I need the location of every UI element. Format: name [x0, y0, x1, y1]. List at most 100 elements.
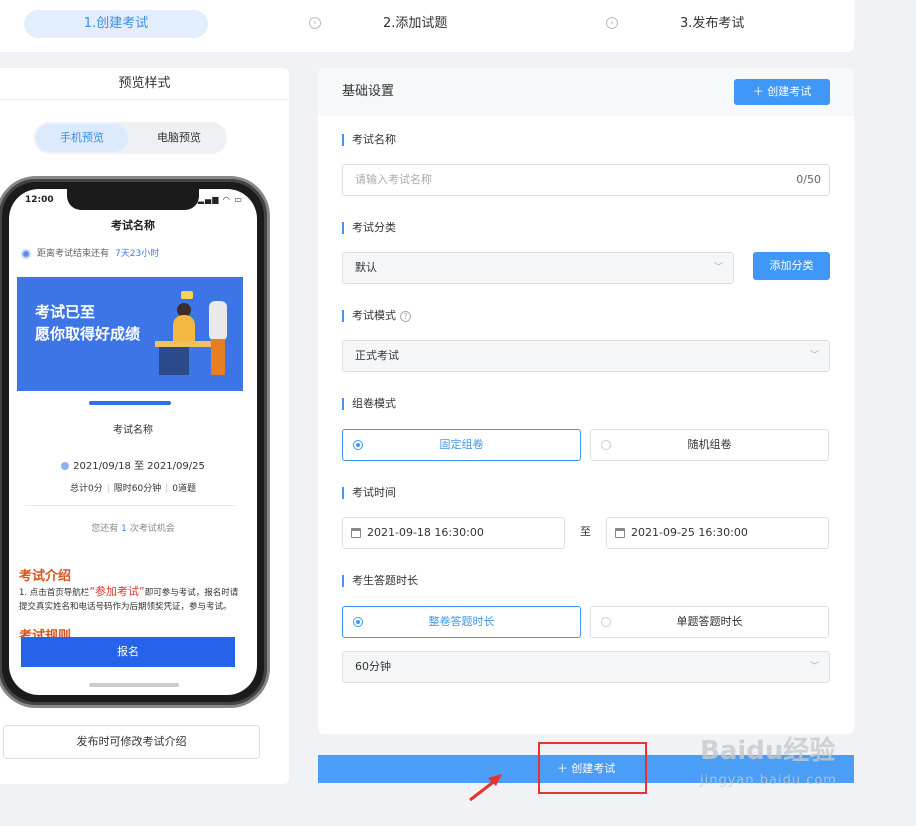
intro-text-highlight: “参加考试”: [89, 585, 145, 598]
add-category-button[interactable]: 添加分类: [753, 252, 830, 280]
exam-name-placeholder: 请输入考试名称: [355, 173, 432, 186]
phone-notch: [67, 189, 199, 210]
start-time-picker[interactable]: 2021-09-18 16:30:00: [342, 517, 565, 549]
end-time-picker[interactable]: 2021-09-25 16:30:00: [606, 517, 829, 549]
baidu-jingyan-watermark: Baidu经验 jingyan.baidu.com: [700, 730, 870, 810]
banner-line1: 考试已至: [35, 303, 96, 321]
mobile-sub-title: 考试名称: [113, 425, 153, 436]
watermark-brand: Baidu经验: [700, 736, 836, 766]
mobile-chance: 您还有 1 次考试机会: [9, 521, 257, 534]
divider: [25, 505, 235, 506]
compose-random-label: 随机组卷: [687, 438, 732, 451]
stat-total: 总计0分: [69, 484, 103, 494]
countdown-label: 距离考试结束还有: [37, 249, 110, 259]
form-header: 基础设置 ＋ 创建考试: [318, 68, 854, 116]
status-time: 12:00: [25, 195, 54, 205]
duration-whole-label: 整卷答题时长: [428, 615, 495, 628]
signal-wifi-battery-icon: ▂▄▆ ◠ ▭: [197, 195, 243, 204]
exam-category-value: 默认: [355, 261, 377, 274]
start-time-value: 2021-09-18 16:30:00: [367, 526, 484, 539]
publish-note-button[interactable]: 发布时可修改考试介绍: [3, 725, 260, 759]
intro-heading: 考试介绍: [19, 569, 72, 584]
create-exam-button-top[interactable]: ＋ 创建考试: [734, 79, 830, 105]
toggle-mobile-preview[interactable]: 手机预览: [36, 124, 128, 152]
date-range-text: 2021/09/18 至 2021/09/25: [73, 461, 205, 472]
person-illustration: [211, 339, 225, 375]
chevron-down-icon: ﹀: [713, 263, 723, 273]
preview-title: 预览样式: [0, 68, 289, 100]
exam-banner: 考试已至 愿你取得好成绩: [17, 277, 243, 391]
exam-name-input[interactable]: 请输入考试名称 0/50: [342, 164, 830, 196]
basic-settings-panel: 基础设置 ＋ 创建考试 考试名称 请输入考试名称 0/50 考试分类 默认 ﹀ …: [318, 68, 854, 734]
help-icon[interactable]: ?: [400, 310, 411, 322]
preview-toggle: 手机预览 电脑预览: [34, 122, 227, 154]
compose-random-radio[interactable]: 随机组卷: [590, 429, 829, 461]
rules-heading: 考试规则: [19, 629, 72, 637]
exam-category-select[interactable]: 默认 ﹀: [342, 252, 734, 284]
exam-mode-label-text: 考试模式: [352, 309, 396, 322]
mobile-countdown: 距离考试结束还有 7天23小时: [21, 246, 159, 259]
preview-panel: 预览样式 手机预览 电脑预览 12:00 ▂▄▆ ◠ ▭ 考试名称 距离考试结束…: [0, 68, 289, 784]
radio-dot: [601, 440, 611, 450]
watermark-url: jingyan.baidu.com: [700, 773, 837, 788]
duration-whole-radio[interactable]: 整卷答题时长: [342, 606, 581, 638]
mobile-stats: 总计0分 | 限时60分钟 | 0道题: [69, 484, 196, 494]
phone-mockup: 12:00 ▂▄▆ ◠ ▭ 考试名称 距离考试结束还有 7天23小时 考试已至 愿…: [0, 176, 270, 708]
step-publish-exam[interactable]: 3.发布考试: [680, 10, 744, 38]
radio-dot: [353, 617, 363, 627]
chevron-down-icon: ﹀: [809, 351, 819, 361]
annotation-arrow-icon: [469, 774, 502, 802]
stat-questions: 0道题: [172, 484, 196, 494]
compose-fixed-label: 固定组卷: [439, 438, 484, 451]
calendar-icon: [615, 528, 625, 538]
signup-button[interactable]: 报名: [21, 637, 235, 667]
banner-line2: 愿你取得好成绩: [35, 325, 141, 343]
chance-suffix: 次考试机会: [129, 524, 175, 534]
steps-bar: 1.创建考试 › 2.添加试题 › 3.发布考试: [0, 0, 854, 52]
end-time-value: 2021-09-25 16:30:00: [631, 526, 748, 539]
compose-mode-label: 组卷模式: [342, 398, 396, 410]
arrow-right-icon: ›: [309, 17, 321, 29]
arrow-right-icon: ›: [606, 17, 618, 29]
countdown-value: 7天23小时: [115, 249, 160, 259]
calendar-icon: [61, 462, 70, 470]
step-add-questions[interactable]: 2.添加试题: [383, 10, 447, 38]
mobile-date-range: 2021/09/18 至 2021/09/25: [9, 457, 257, 472]
exam-name-counter: 0/50: [796, 173, 821, 186]
toggle-pc-preview[interactable]: 电脑预览: [134, 124, 224, 152]
compose-fixed-radio[interactable]: 固定组卷: [342, 429, 581, 461]
intro-text: 1. 点击首页导航栏“参加考试”即可参与考试，报名时请提交真实姓名和电话号码作为…: [19, 585, 239, 614]
chevron-down-icon: ﹀: [809, 662, 819, 672]
answer-duration-label: 考生答题时长: [342, 575, 418, 587]
stat-time: 限时60分钟: [113, 484, 162, 494]
duration-select[interactable]: 60分钟 ﹀: [342, 651, 830, 683]
calendar-icon: [351, 528, 361, 538]
clock-icon: [21, 248, 31, 259]
step-create-exam[interactable]: 1.创建考试: [24, 10, 208, 38]
mobile-tab-indicator: [89, 401, 171, 405]
form-header-title: 基础设置: [342, 84, 395, 99]
duration-single-label: 单题答题时长: [676, 615, 743, 628]
person-illustration: [159, 347, 189, 375]
time-range-separator: 至: [580, 525, 591, 538]
duration-single-radio[interactable]: 单题答题时长: [590, 606, 829, 638]
exam-mode-value: 正式考试: [355, 349, 399, 362]
annotation-highlight-box: [538, 742, 647, 794]
exam-name-label: 考试名称: [342, 134, 396, 146]
mobile-exam-title: 考试名称: [111, 219, 155, 232]
radio-dot: [353, 440, 363, 450]
exam-mode-label: 考试模式?: [342, 310, 411, 322]
desk-illustration: [155, 341, 215, 347]
duration-value: 60分钟: [355, 660, 391, 673]
chance-count: 1: [121, 524, 127, 534]
radio-dot: [601, 617, 611, 627]
person-illustration: [209, 301, 227, 341]
home-indicator: [89, 683, 179, 687]
exam-time-label: 考试时间: [342, 487, 396, 499]
phone-screen: 12:00 ▂▄▆ ◠ ▭ 考试名称 距离考试结束还有 7天23小时 考试已至 愿…: [9, 189, 257, 695]
chance-prefix: 您还有: [91, 524, 119, 534]
chat-bubble-icon: [181, 291, 193, 299]
exam-mode-select[interactable]: 正式考试 ﹀: [342, 340, 830, 372]
exam-category-label: 考试分类: [342, 222, 396, 234]
intro-text-a: 1. 点击首页导航栏: [19, 588, 90, 598]
